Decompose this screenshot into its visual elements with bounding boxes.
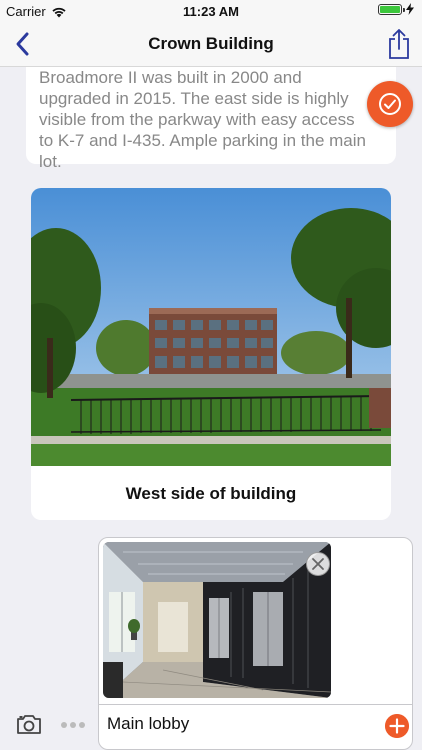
description-line: upgraded in 2015. The east side is highl… <box>39 89 349 108</box>
clock: 11:23 AM <box>183 4 239 19</box>
photo-card[interactable]: West side of building <box>31 188 391 520</box>
note-input[interactable]: Main lobby <box>107 710 367 738</box>
status-bar: Carrier 11:23 AM <box>0 0 422 22</box>
dot <box>79 722 85 728</box>
charging-bolt-icon <box>406 3 414 15</box>
lobby-photo <box>103 542 331 698</box>
check-circle-icon <box>379 93 401 115</box>
remove-attachment-button[interactable] <box>306 552 330 576</box>
new-entry-card: Main lobby <box>98 537 413 750</box>
dot <box>70 722 76 728</box>
photo-caption: West side of building <box>125 484 297 503</box>
battery-group <box>378 3 414 15</box>
description-line: lot. <box>39 152 62 171</box>
close-icon <box>312 558 324 570</box>
description-line: visible from the parkway with easy acces… <box>39 110 355 129</box>
description-line: to K-7 and I-435. Ample parking in the m… <box>39 131 366 150</box>
page-title: Crown Building <box>148 34 274 53</box>
building-photo[interactable] <box>31 188 391 466</box>
description-line: Broadmore II was built in 2000 and <box>39 68 302 87</box>
scroll-content[interactable]: Broadmore II was built in 2000 and upgra… <box>0 67 422 750</box>
add-icon[interactable] <box>385 714 409 738</box>
complete-button[interactable] <box>367 81 413 127</box>
divider <box>99 704 412 705</box>
camera-icon[interactable] <box>16 713 42 735</box>
attachment-thumbnail[interactable] <box>103 542 331 698</box>
battery-icon <box>378 3 405 15</box>
dot <box>61 722 67 728</box>
description-card: Broadmore II was built in 2000 and upgra… <box>26 67 396 171</box>
more-options-button[interactable] <box>61 722 85 728</box>
navigation-bar: Crown Building <box>0 22 422 67</box>
share-icon[interactable] <box>386 28 412 60</box>
